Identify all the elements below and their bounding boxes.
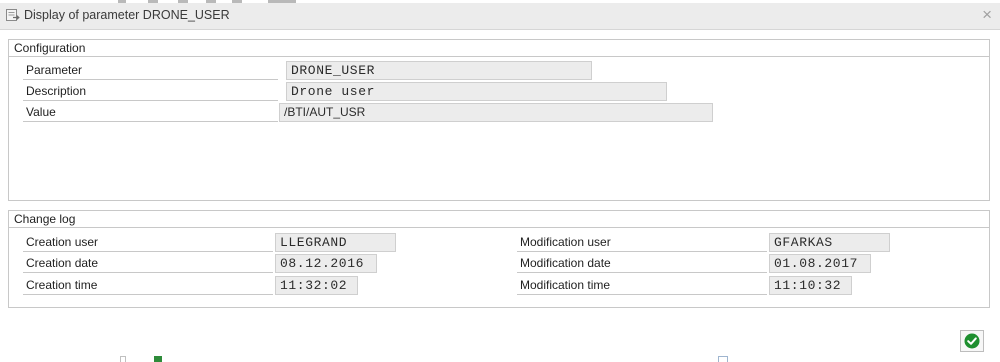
value-label: Value bbox=[23, 103, 278, 122]
modification-time-label: Modification time bbox=[517, 276, 767, 295]
description-field[interactable]: Drone user bbox=[286, 82, 667, 101]
creation-date-field[interactable]: 08.12.2016 bbox=[275, 254, 377, 273]
modification-user-label: Modification user bbox=[517, 233, 767, 252]
change-log-frame: Change log Creation user LLEGRAND Creati… bbox=[8, 210, 990, 308]
value-field[interactable]: /BTI/AUT_USR bbox=[279, 103, 713, 122]
configuration-frame: Configuration Parameter DRONE_USER Descr… bbox=[8, 39, 990, 201]
dialog-title: Display of parameter DRONE_USER bbox=[24, 8, 230, 22]
change-log-header: Change log bbox=[9, 211, 989, 228]
parameter-label: Parameter bbox=[23, 61, 278, 80]
continue-button[interactable] bbox=[960, 330, 984, 352]
creation-time-field[interactable]: 11:32:02 bbox=[275, 276, 358, 295]
background-window-strip bbox=[0, 356, 1000, 362]
modification-date-field[interactable]: 01.08.2017 bbox=[769, 254, 871, 273]
modification-time-field[interactable]: 11:10:32 bbox=[769, 276, 852, 295]
change-log-title: Change log bbox=[14, 212, 76, 226]
document-arrow-icon bbox=[6, 9, 20, 21]
creation-time-label: Creation time bbox=[23, 276, 273, 295]
modification-date-label: Modification date bbox=[517, 254, 767, 273]
dialog-titlebar: Display of parameter DRONE_USER × bbox=[0, 3, 1000, 30]
creation-date-label: Creation date bbox=[23, 254, 273, 273]
description-label: Description bbox=[23, 82, 278, 101]
modification-user-field[interactable]: GFARKAS bbox=[769, 233, 890, 252]
creation-user-field[interactable]: LLEGRAND bbox=[275, 233, 396, 252]
configuration-title: Configuration bbox=[14, 41, 86, 55]
creation-user-label: Creation user bbox=[23, 233, 273, 252]
parameter-field[interactable]: DRONE_USER bbox=[286, 61, 592, 80]
close-icon[interactable]: × bbox=[982, 6, 992, 24]
configuration-header: Configuration bbox=[9, 40, 989, 57]
